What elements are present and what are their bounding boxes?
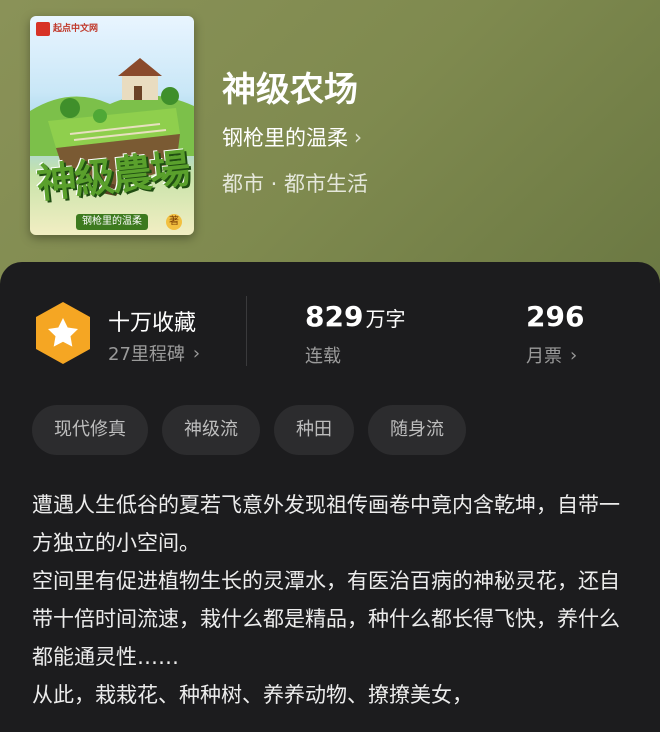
- book-introduction[interactable]: 遭遇人生低谷的夏若飞意外发现祖传画卷中竟内含乾坤，自带一方独立的小空间。 空间里…: [32, 486, 632, 714]
- book-title: 神级农场: [222, 70, 358, 110]
- word-count-unit: 万字: [365, 307, 406, 331]
- chevron-right-icon: ›: [354, 125, 362, 149]
- publisher-name: 起点中文网: [53, 23, 99, 34]
- author-name: 钢枪里的温柔: [222, 126, 348, 150]
- chevron-right-icon: ›: [192, 342, 201, 364]
- tag-chip[interactable]: 神级流: [162, 405, 260, 455]
- book-cover[interactable]: 起点中文网 神級農場 钢枪里的温柔 著: [30, 16, 194, 235]
- tag-chip[interactable]: 随身流: [368, 405, 466, 455]
- favorites-count: 十万收藏: [108, 311, 197, 336]
- author-link[interactable]: 钢枪里的温柔 ›: [222, 122, 362, 152]
- cover-author-label: 钢枪里的温柔: [76, 214, 148, 230]
- monthly-tickets-value: 296: [526, 300, 585, 333]
- cover-author-suffix: 著: [166, 214, 182, 230]
- publisher-logo-mark: [36, 22, 50, 36]
- word-count: 829 万字: [305, 300, 405, 333]
- publisher-logo: 起点中文网: [36, 22, 98, 36]
- tag-chip[interactable]: 现代修真: [32, 405, 148, 455]
- tag-chip[interactable]: 种田: [274, 405, 354, 455]
- stats-divider: [246, 296, 247, 366]
- intro-paragraph: 从此，栽栽花、种种树、养养动物、撩撩美女，: [32, 683, 473, 707]
- monthly-tickets-link[interactable]: 月票 ›: [526, 342, 577, 368]
- intro-paragraph: 遭遇人生低谷的夏若飞意外发现祖传画卷中竟内含乾坤，自带一方独立的小空间。: [32, 493, 620, 555]
- milestone-label: 27里程碑: [108, 344, 185, 365]
- chevron-right-icon: ›: [570, 344, 578, 366]
- intro-paragraph: 空间里有促进植物生长的灵潭水，有医治百病的神秘灵花，还自带十倍时间流速，栽什么都…: [32, 569, 620, 669]
- tag-list: 现代修真 神级流 种田 随身流: [32, 405, 466, 455]
- milestone-link[interactable]: 27里程碑 ›: [108, 340, 200, 366]
- monthly-tickets-count: 296: [526, 300, 584, 333]
- star-badge-icon: [32, 300, 94, 366]
- serial-status: 连载: [305, 346, 341, 367]
- word-count-value: 829: [305, 300, 364, 333]
- genre-label: 都市 · 都市生活: [222, 172, 369, 196]
- monthly-tickets-label: 月票: [526, 346, 562, 367]
